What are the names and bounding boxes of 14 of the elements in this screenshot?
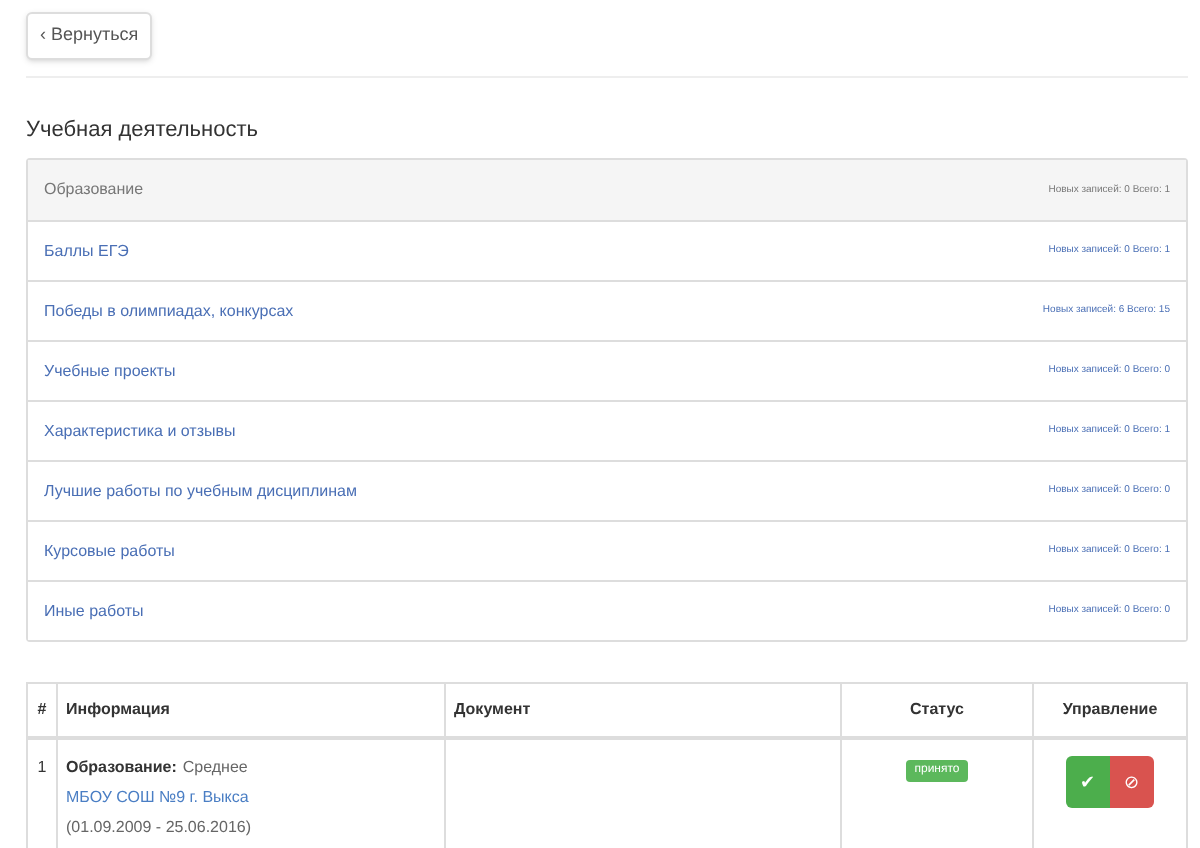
- section-title: Учебная деятельность: [26, 115, 260, 146]
- school-link[interactable]: МБОУ СОШ №9 г. Выкса: [66, 786, 444, 811]
- column-header: #: [37, 698, 47, 723]
- back-button[interactable]: ‹ Вернуться: [26, 11, 153, 60]
- reject-button[interactable]: ⊘: [1110, 756, 1154, 809]
- row-number: 1: [37, 756, 47, 781]
- info-label: Образование:: [66, 756, 177, 781]
- column-header: Статус: [910, 698, 964, 723]
- column-header: Информация: [66, 698, 170, 723]
- accept-button[interactable]: ✔: [1066, 756, 1110, 809]
- info-value: Среднее: [182, 756, 248, 781]
- period-text: (01.09.2009 - 25.06.2016): [66, 816, 254, 841]
- column-header: Документ: [454, 698, 531, 723]
- column-header: Управление: [1062, 698, 1158, 723]
